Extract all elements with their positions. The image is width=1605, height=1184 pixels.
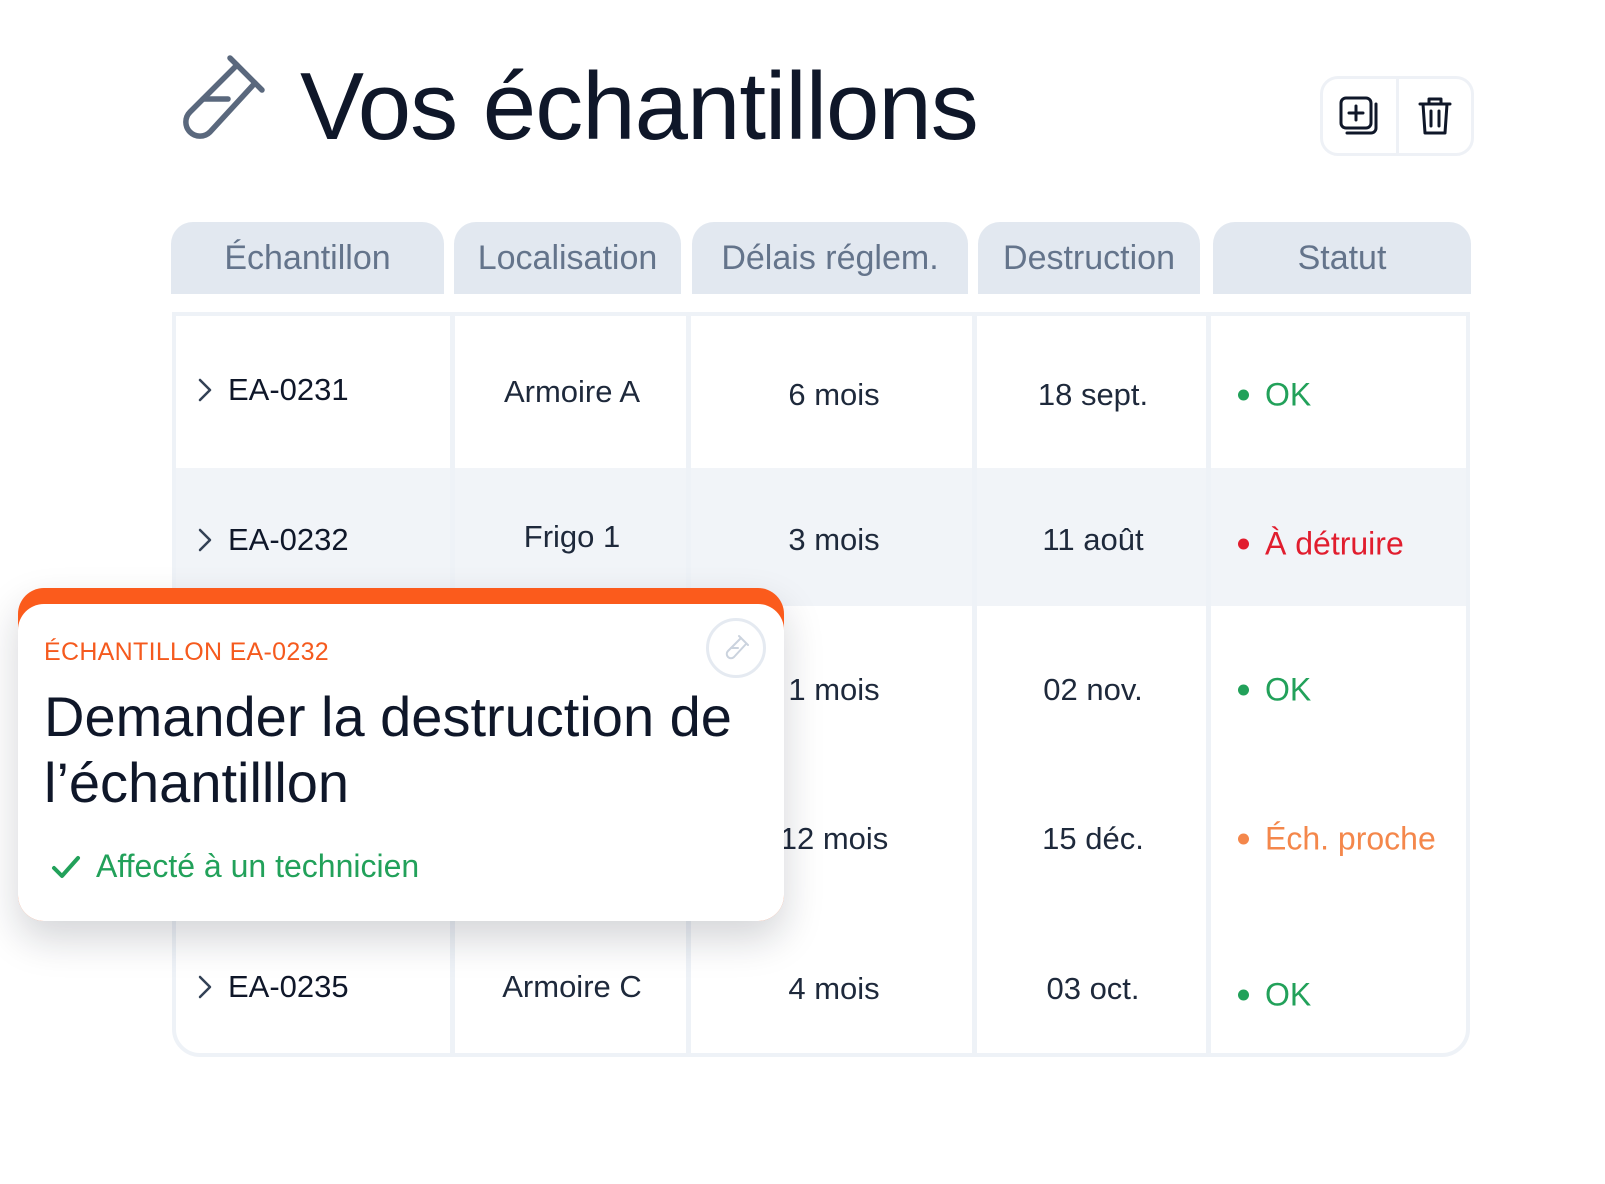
status-badge: Éch. proche <box>1238 821 1436 858</box>
status-dot <box>1238 989 1249 1001</box>
column-divider <box>1206 316 1211 1053</box>
column-header-delay[interactable]: Délais réglem. <box>692 222 968 294</box>
test-tube-icon <box>183 55 265 139</box>
location-cell: Armoire C <box>502 969 642 1004</box>
page-title: Vos échantillons <box>300 53 979 160</box>
delay-cell: 3 mois <box>788 522 880 557</box>
status-dot <box>1238 684 1249 696</box>
status-label: OK <box>1265 671 1312 708</box>
status-badge: À détruire <box>1238 526 1404 563</box>
status-badge: OK <box>1238 377 1311 414</box>
column-header-status[interactable]: Statut <box>1213 222 1471 294</box>
assignment-status-label: Affecté à un technicien <box>96 848 420 884</box>
status-label: À détruire <box>1265 525 1404 562</box>
chevron-right-icon <box>198 378 212 402</box>
status-badge: OK <box>1238 977 1311 1014</box>
status-label: OK <box>1265 976 1312 1013</box>
card-badge <box>706 618 766 678</box>
sample-id: EA-0235 <box>228 969 349 1004</box>
sample-id-cell[interactable]: EA-0235 <box>196 969 349 1005</box>
column-divider <box>972 316 977 1053</box>
status-dot <box>1238 833 1249 845</box>
trash-icon <box>1418 97 1452 135</box>
delete-sample-button[interactable] <box>1395 79 1472 153</box>
destruction-date-cell: 03 oct. <box>1046 971 1140 1006</box>
destruction-date-cell: 11 août <box>1042 522 1144 557</box>
toolbar <box>1320 76 1474 156</box>
card-kicker: ÉCHANTILLON EA-0232 <box>44 638 329 666</box>
sample-id: EA-0231 <box>228 372 349 407</box>
delay-cell: 4 mois <box>788 971 880 1006</box>
column-header-sample[interactable]: Échantillon <box>171 222 444 294</box>
status-badge: OK <box>1238 672 1311 709</box>
column-header-location[interactable]: Localisation <box>454 222 681 294</box>
sample-id: EA-0232 <box>228 522 349 557</box>
test-tube-icon <box>725 635 749 660</box>
add-sample-button[interactable] <box>1323 79 1396 153</box>
add-copy-icon <box>1339 96 1378 135</box>
delay-cell: 1 mois <box>788 672 880 707</box>
checkmark-icon <box>52 855 80 878</box>
status-dot <box>1238 538 1249 550</box>
sample-id-cell[interactable]: EA-0232 <box>196 522 349 558</box>
destruction-date-cell: 15 déc. <box>1042 821 1144 856</box>
status-label: Éch. proche <box>1265 820 1436 857</box>
card-title: Demander la destruction de l’échantilllo… <box>44 685 732 814</box>
destruction-request-card[interactable]: ÉCHANTILLON EA-0232 Demander la destruct… <box>18 604 784 921</box>
chevron-right-icon <box>198 528 212 552</box>
chevron-right-icon <box>198 975 212 999</box>
destruction-date-cell: 02 nov. <box>1043 672 1143 707</box>
destruction-date-cell: 18 sept. <box>1037 377 1149 412</box>
status-label: OK <box>1265 376 1312 413</box>
assignment-status: Affecté à un technicien <box>48 848 419 885</box>
status-dot <box>1238 389 1249 401</box>
location-cell: Armoire A <box>503 374 641 409</box>
column-header-destruction[interactable]: Destruction <box>978 222 1200 294</box>
delay-cell: 6 mois <box>788 377 880 412</box>
location-cell: Frigo 1 <box>523 519 621 554</box>
delay-cell: 12 mois <box>779 821 889 856</box>
sample-id-cell[interactable]: EA-0231 <box>196 372 349 408</box>
